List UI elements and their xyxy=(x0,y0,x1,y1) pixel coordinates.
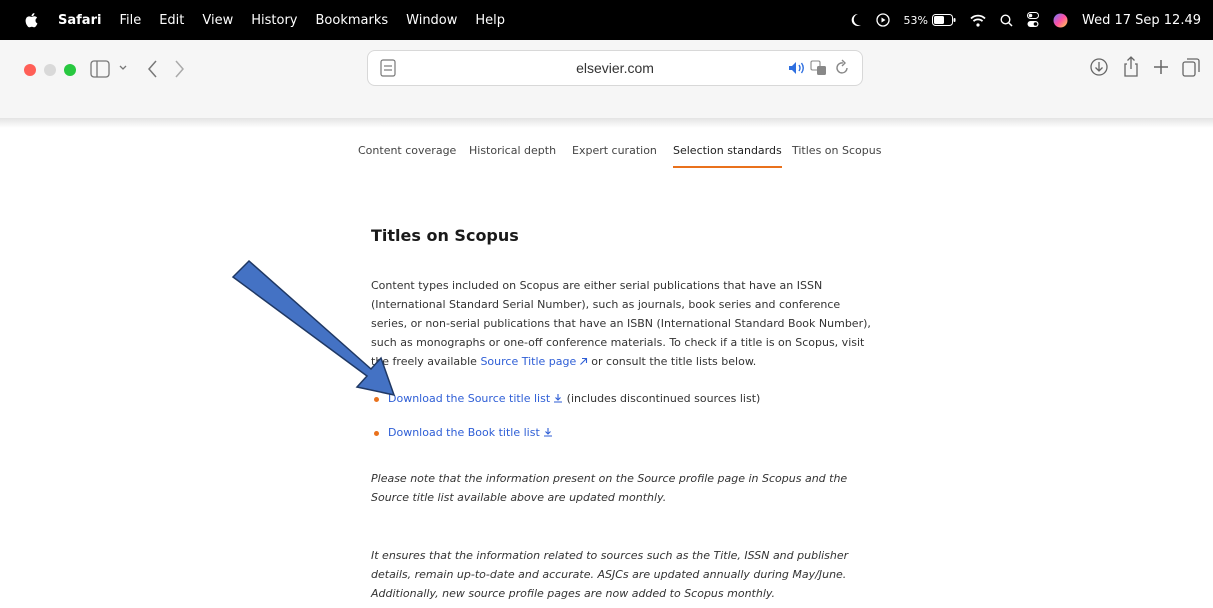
download-source-title-list-link[interactable]: Download the Source title list xyxy=(388,392,550,405)
tab-overview-icon[interactable] xyxy=(1180,55,1202,79)
menubar-clock[interactable]: Wed 17 Sep 12.49 xyxy=(1082,13,1201,28)
apple-logo-icon[interactable] xyxy=(24,12,38,28)
list-item: Download the Book title list xyxy=(374,426,760,460)
toolbar-divider xyxy=(0,118,1213,128)
speaker-icon[interactable] xyxy=(788,61,806,75)
siri-icon[interactable] xyxy=(1053,13,1068,28)
menu-safari[interactable]: Safari xyxy=(58,13,101,28)
chevron-down-icon[interactable] xyxy=(118,62,128,74)
window-controls xyxy=(24,64,84,76)
safari-toolbar: elsevier.com xyxy=(0,40,1213,118)
downloads-icon[interactable] xyxy=(1088,55,1110,79)
close-window-button[interactable] xyxy=(24,64,36,76)
download-icon[interactable] xyxy=(553,393,563,403)
bullet-dot xyxy=(374,431,379,436)
menu-view[interactable]: View xyxy=(202,13,233,28)
back-arrow-icon[interactable] xyxy=(146,58,160,80)
download-note: (includes discontinued sources list) xyxy=(566,392,761,405)
intro-text-end: or consult the title lists below. xyxy=(591,355,757,368)
sidebar-toggle-icon[interactable] xyxy=(90,60,110,78)
tab-historical-depth[interactable]: Historical depth xyxy=(469,144,556,157)
menu-help[interactable]: Help xyxy=(475,13,505,28)
share-icon[interactable] xyxy=(1120,55,1142,79)
battery-icon[interactable] xyxy=(932,14,956,26)
intro-paragraph: Content types included on Scopus are eit… xyxy=(371,276,876,371)
list-item: Download the Source title list (includes… xyxy=(374,392,760,426)
forward-arrow-icon[interactable] xyxy=(172,58,186,80)
wifi-icon[interactable] xyxy=(970,14,986,27)
download-book-title-list-link[interactable]: Download the Book title list xyxy=(388,426,540,439)
spotlight-search-icon[interactable] xyxy=(1000,13,1013,27)
monthly-update-note: Please note that the information present… xyxy=(371,472,848,504)
moon-icon[interactable] xyxy=(850,13,862,27)
reload-icon[interactable] xyxy=(834,59,850,77)
tab-content-coverage[interactable]: Content coverage xyxy=(358,144,456,157)
menu-history[interactable]: History xyxy=(251,13,297,28)
download-list: Download the Source title list (includes… xyxy=(374,392,760,460)
menu-file[interactable]: File xyxy=(119,13,141,28)
source-accuracy-note: It ensures that the information related … xyxy=(371,549,849,600)
translate-icon[interactable] xyxy=(810,59,828,77)
tab-selection-standards[interactable]: Selection standards xyxy=(673,144,782,168)
tab-titles-on-scopus[interactable]: Titles on Scopus xyxy=(792,144,881,157)
bullet-dot xyxy=(374,397,379,402)
download-icon[interactable] xyxy=(543,427,553,437)
menu-bookmarks[interactable]: Bookmarks xyxy=(316,13,389,28)
battery-percent: 53% xyxy=(903,13,928,27)
annotation-arrow-shape xyxy=(231,259,396,397)
tab-expert-curation[interactable]: Expert curation xyxy=(572,144,657,157)
control-center-icon[interactable] xyxy=(1027,12,1039,28)
menu-window[interactable]: Window xyxy=(406,13,457,28)
external-link-icon[interactable] xyxy=(579,357,588,366)
menu-edit[interactable]: Edit xyxy=(159,13,184,28)
play-circle-icon[interactable] xyxy=(875,13,890,27)
address-bar[interactable]: elsevier.com xyxy=(367,50,863,86)
section-heading: Titles on Scopus xyxy=(371,226,519,245)
macos-menu-bar: Safari File Edit View History Bookmarks … xyxy=(0,0,1213,40)
minimize-window-button[interactable] xyxy=(44,64,56,76)
new-tab-icon[interactable] xyxy=(1150,55,1172,79)
source-title-page-link[interactable]: Source Title page xyxy=(480,355,576,368)
zoom-window-button[interactable] xyxy=(64,64,76,76)
